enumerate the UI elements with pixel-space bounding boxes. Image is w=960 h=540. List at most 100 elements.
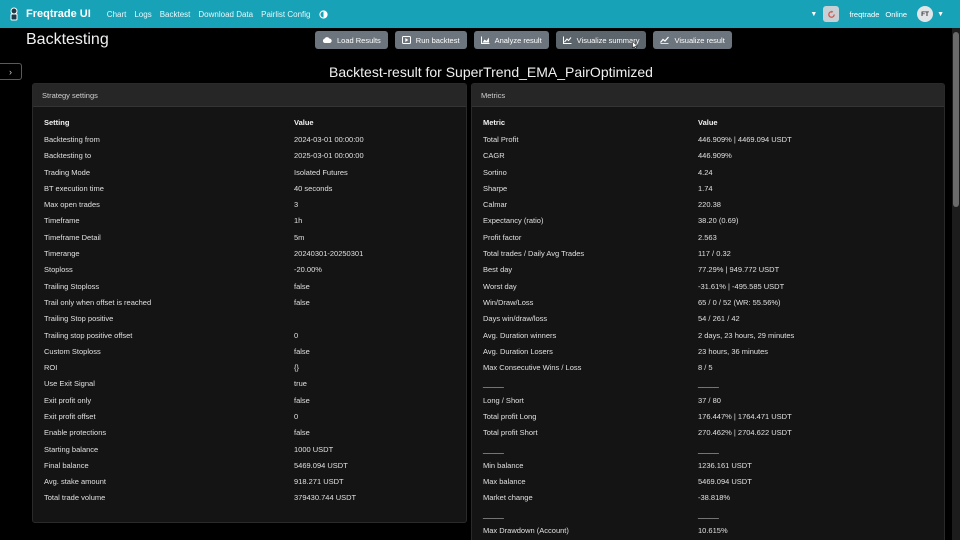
table-row: Max balance 5469.094 USDT [482, 474, 934, 490]
row-value: 2025-03-01 00:00:00 [294, 151, 364, 161]
visualize-result-label: Visualize result [674, 35, 725, 45]
table-row: Max Consecutive Wins / Loss 8 / 5 [482, 359, 934, 375]
row-value: false [294, 281, 310, 291]
nav-link-logs[interactable]: Logs [134, 10, 151, 19]
chevron-down-icon[interactable]: ▼ [810, 11, 817, 18]
row-value: 3 [294, 200, 299, 210]
metrics-card: Metrics Metric Value Total Profit 446.909… [471, 83, 945, 540]
row-value: false [294, 395, 310, 405]
table-row: Sortino 4.24 [482, 164, 934, 180]
row-label: _____ [483, 379, 504, 389]
table-row: Total profit Short 270.462% | 2704.622 US… [482, 425, 934, 441]
table-row: Starting balance 1000 USDT [43, 441, 456, 457]
table-row: Max open trades 3 [43, 196, 456, 212]
row-label: _____ [483, 509, 504, 519]
load-results-button[interactable]: Load Results [315, 31, 388, 49]
table-row: Avg. Duration winners 2 days, 23 hours, 2… [482, 327, 934, 343]
metric-column-header: Metric [483, 117, 506, 127]
row-label: ROI [44, 363, 58, 373]
run-backtest-button[interactable]: Run backtest [394, 31, 467, 49]
refresh-button[interactable] [823, 6, 840, 22]
row-label: Timerange [44, 249, 80, 259]
table-row: Backtesting from 2024-03-01 00:00:00 [43, 131, 456, 147]
table-row: Total trade volume 379430.744 USDT [43, 490, 456, 506]
avatar[interactable]: FT [917, 6, 934, 22]
row-label: Final balance [44, 460, 89, 470]
nav-link-chart[interactable]: Chart [107, 10, 127, 19]
backtest-result-title: Backtest-result for SuperTrend_EMA_PairO… [329, 64, 653, 80]
nav-link-download-data[interactable]: Download Data [198, 10, 253, 19]
metrics-header: Metrics [472, 84, 944, 107]
row-label: Avg. Duration winners [483, 330, 557, 340]
row-label: Enable protections [44, 428, 107, 438]
brand[interactable]: Freqtrade UI [8, 7, 91, 21]
table-row: _____ _____ [482, 441, 934, 457]
row-label: Trading Mode [44, 167, 90, 177]
metrics-table: Metric Value Total Profit 446.909% | 4469… [472, 114, 944, 539]
cloud-download-icon [322, 37, 332, 43]
theme-toggle-icon[interactable] [319, 9, 329, 19]
row-label: Expectancy (ratio) [483, 216, 544, 226]
setting-column-header: Setting [44, 117, 70, 127]
row-value: 1000 USDT [294, 444, 334, 454]
row-value: 918.271 USDT [294, 477, 344, 487]
strategy-settings-header: Strategy settings [33, 84, 466, 107]
table-row: Stoploss -20.00% [43, 262, 456, 278]
freqtrade-logo-icon [10, 7, 18, 21]
row-label: Best day [483, 265, 513, 275]
table-row: Total Profit 446.909% | 4469.094 USDT [482, 131, 934, 147]
table-row: Trailing Stoploss false [43, 278, 456, 294]
row-label: Market change [483, 493, 533, 503]
strategy-settings-table: Setting Value Backtesting from 2024-03-01… [33, 114, 466, 506]
bot-status: Online [885, 9, 908, 19]
nav-links: Chart Logs Backtest Download Data Pairli… [107, 10, 329, 19]
row-value: 2.563 [698, 232, 717, 242]
row-value: 0 [294, 411, 299, 421]
row-label: Calmar [483, 200, 508, 210]
nav-link-backtest[interactable]: Backtest [160, 10, 191, 19]
page-title: Backtesting [26, 31, 109, 48]
load-results-label: Load Results [337, 35, 381, 45]
avatar-chevron-down-icon[interactable]: ▼ [937, 11, 944, 18]
row-label: Long / Short [483, 395, 524, 405]
table-row: Trail only when offset is reached false [43, 294, 456, 310]
table-row: Final balance 5469.094 USDT [43, 457, 456, 473]
analyze-result-button[interactable]: Analyze result [473, 31, 549, 49]
table-row: _____ _____ [482, 506, 934, 522]
table-row: Calmar 220.38 [482, 196, 934, 212]
row-value: 379430.744 USDT [294, 493, 357, 503]
row-label: Trail only when offset is reached [44, 297, 152, 307]
visualize-result-button[interactable]: Visualize result [653, 31, 732, 49]
row-value: 446.909% [698, 151, 732, 161]
refresh-icon [828, 9, 835, 18]
play-icon [401, 36, 411, 44]
scrollbar-thumb[interactable] [953, 32, 959, 207]
row-value: 5469.094 USDT [294, 460, 348, 470]
row-label: Max Drawdown (Account) [483, 526, 569, 536]
table-row: Trailing Stop positive [43, 311, 456, 327]
row-value: 65 / 0 / 52 (WR: 55.56%) [698, 297, 781, 307]
table-row: Max Drawdown (Account) 10.615% [482, 522, 934, 538]
page-scrollbar[interactable] [952, 28, 960, 540]
row-label: Worst day [483, 281, 517, 291]
analyze-result-label: Analyze result [494, 35, 542, 45]
top-navbar: Freqtrade UI Chart Logs Backtest Downloa… [0, 0, 960, 28]
row-label: Exit profit only [44, 395, 92, 405]
table-row: Profit factor 2.563 [482, 229, 934, 245]
row-value: 77.29% | 949.772 USDT [698, 265, 780, 275]
backtest-toolbar: Load Results Run backtest Analyze result… [315, 31, 739, 49]
row-value: 1236.161 USDT [698, 460, 752, 470]
row-value: 10.615% [698, 526, 728, 536]
row-value: 23 hours, 36 minutes [698, 346, 769, 356]
row-value: 37 / 80 [698, 395, 721, 405]
table-row: Exit profit offset 0 [43, 408, 456, 424]
row-label: Trailing Stop positive [44, 314, 114, 324]
nav-link-pairlist-config[interactable]: Pairlist Config [261, 10, 310, 19]
row-label: Max Consecutive Wins / Loss [483, 363, 582, 373]
row-value: {} [294, 363, 300, 373]
row-label: Trailing stop positive offset [44, 330, 133, 340]
row-value: -38.818% [698, 493, 731, 503]
row-value: 117 / 0.32 [698, 249, 731, 259]
row-label: Max open trades [44, 200, 100, 210]
table-row: Best day 77.29% | 949.772 USDT [482, 262, 934, 278]
